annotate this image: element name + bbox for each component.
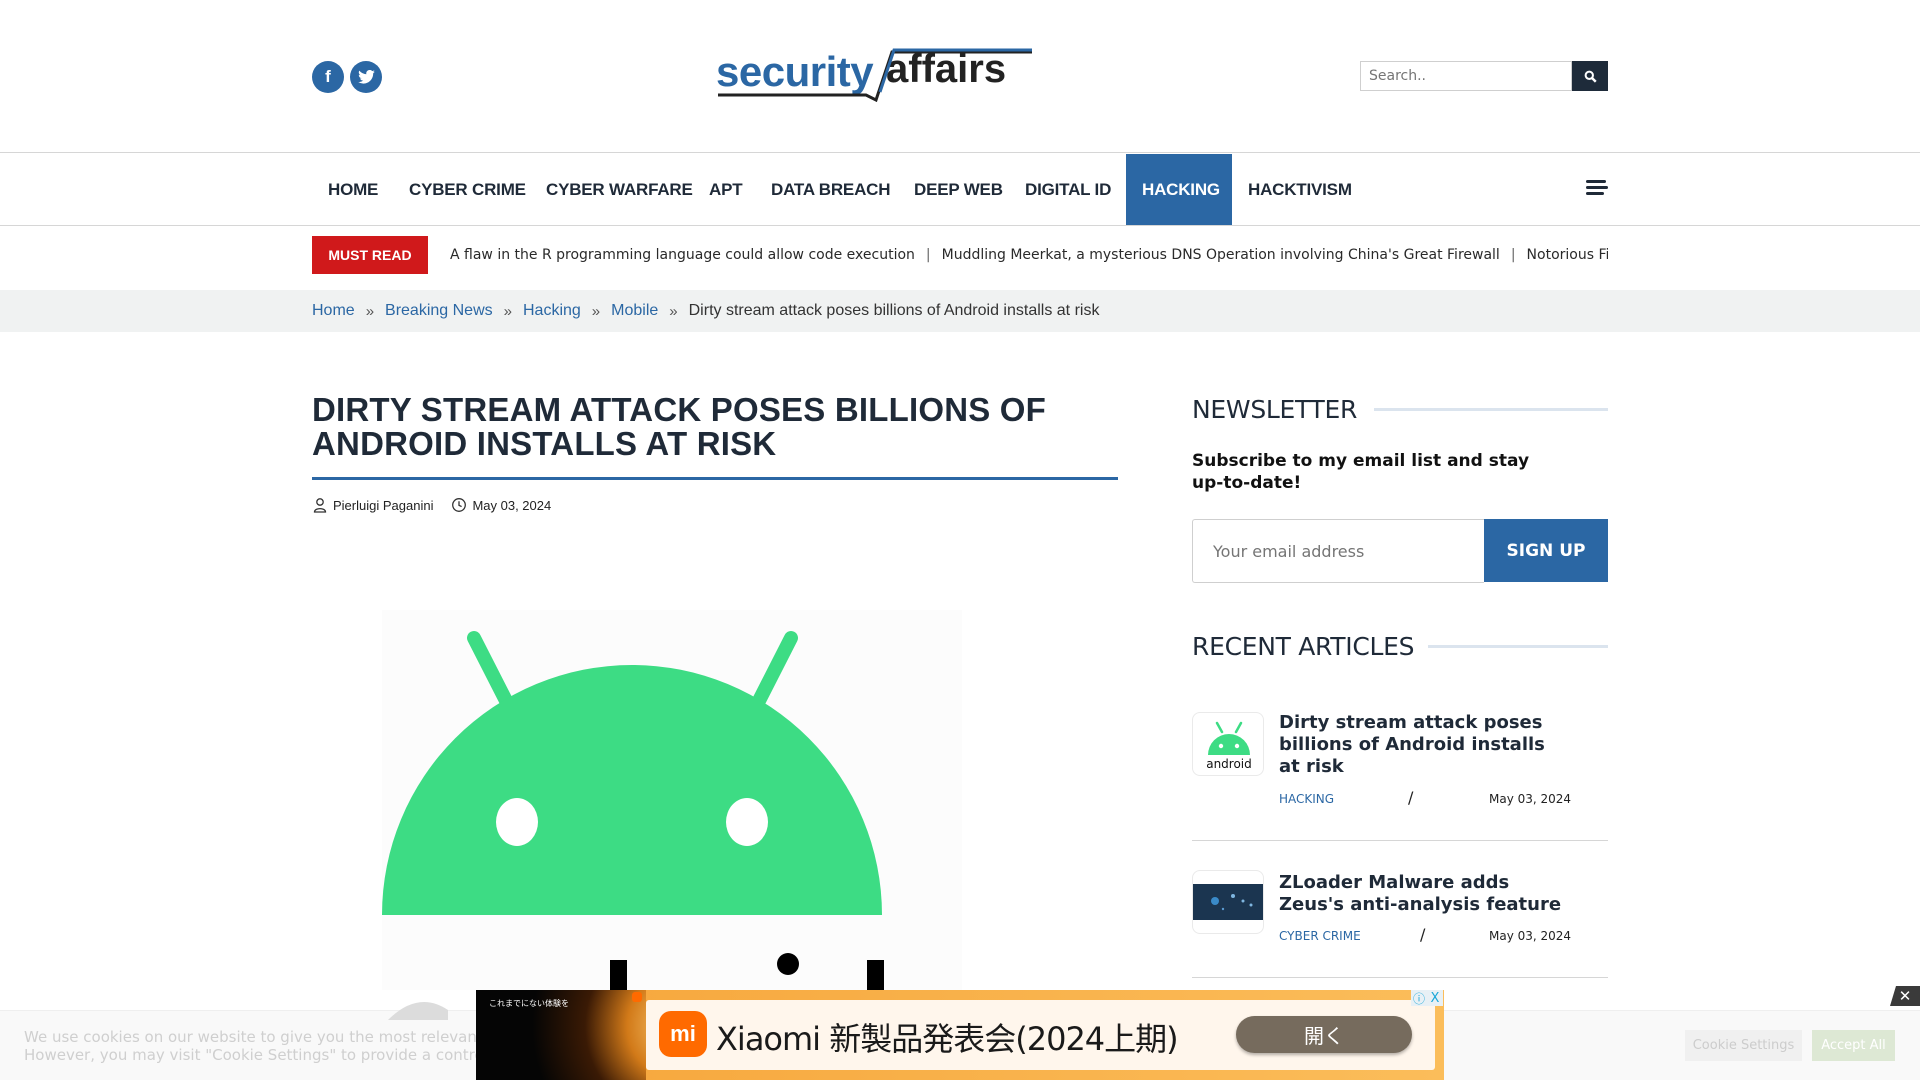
ticker-item[interactable]: Notorious Finnish Hacke [1527,247,1608,263]
breadcrumb: Home » Breaking News » Hacking » Mobile … [312,290,1099,332]
image-peek [388,990,458,1020]
ad-headline[interactable]: Xiaomi 新製品発表会(2024上期) [716,1014,1179,1060]
svg-text:android: android [1206,757,1252,771]
article-featured-image [382,610,962,990]
ticker-item[interactable]: A flaw in the R programming language cou… [450,247,915,263]
article-title: DIRTY STREAM ATTACK POSES BILLIONS OF AN… [312,391,1047,462]
ad-side-text: これまでにない体験を [489,999,569,1008]
article-date: May 03, 2024 [472,497,552,513]
nav-digital-id[interactable]: DIGITAL ID [1009,154,1127,225]
ad-close-icon[interactable]: X [1427,990,1443,1006]
title-divider [312,477,1118,480]
recent-article-category[interactable]: CYBER CRIME [1279,929,1361,943]
nav-deep-web[interactable]: DEEP WEB [898,154,1019,225]
recent-articles-heading: RECENT ARTICLES [1192,632,1415,661]
must-read-label: MUST READ [312,236,428,274]
newsletter-description: Subscribe to my email list and stay up-t… [1192,451,1530,493]
recent-article-title[interactable]: Dirty stream attack poses billions of An… [1279,712,1569,778]
signup-button[interactable]: SIGN UP [1484,519,1608,582]
breadcrumb-breaking-news[interactable]: Breaking News [385,302,493,320]
nav-home[interactable]: HOME [312,154,394,225]
recent-article-thumbnail[interactable] [1192,870,1264,934]
ad-info-icon[interactable]: ⓘ [1411,990,1427,1006]
recent-article-item[interactable]: android Dirty stream attack poses billio… [1192,700,1608,841]
world-map-thumbnail [1193,884,1263,920]
email-field[interactable] [1192,519,1484,583]
close-icon[interactable]: ✕ [1890,986,1920,1006]
breadcrumb-mobile[interactable]: Mobile [611,302,658,320]
breadcrumb-hacking[interactable]: Hacking [523,302,581,320]
search-button[interactable] [1572,61,1608,91]
main-nav: HOME CYBER CRIME CYBER WARFARE APT DATA … [0,154,1920,226]
breadcrumb-separator-icon: » [669,302,678,320]
cookie-settings-button[interactable]: Cookie Settings [1685,1030,1802,1061]
nav-apt[interactable]: APT [693,154,758,225]
recent-heading-line [1428,645,1608,648]
nav-hacktivism[interactable]: HACKTIVISM [1232,154,1368,225]
ticker-separator: | [1510,247,1516,263]
logo-security: security [716,48,874,95]
facebook-icon[interactable]: f [312,61,344,93]
ticker-item[interactable]: Muddling Meerkat, a mysterious DNS Opera… [942,247,1500,263]
meta-separator: / [1420,925,1426,944]
recent-article-thumbnail[interactable]: android [1192,712,1264,776]
accept-all-button[interactable]: Accept All [1812,1030,1895,1061]
user-icon [313,498,327,513]
article-meta: Pierluigi Paganini May 03, 2024 [312,497,551,513]
ad-open-button[interactable]: 開く [1236,1016,1412,1053]
recent-article-category[interactable]: HACKING [1279,792,1334,806]
nav-cyber-crime[interactable]: CYBER CRIME [393,154,542,225]
breadcrumb-home[interactable]: Home [312,302,355,320]
xiaomi-logo-icon: mi [659,1011,707,1057]
newsletter-heading-line [1374,408,1608,411]
recent-article-title[interactable]: ZLoader Malware adds Zeus's anti-analysi… [1279,872,1569,916]
menu-toggle-icon[interactable] [1586,180,1608,196]
android-logo-icon: android [1206,721,1252,771]
meta-separator: / [1408,788,1414,807]
ticker-separator: | [925,247,931,263]
breadcrumb-separator-icon: » [365,302,375,320]
news-ticker: A flaw in the R programming language cou… [450,236,1608,274]
nav-data-breach[interactable]: DATA BREACH [755,154,906,225]
logo-affairs: affairs [886,47,1006,91]
site-logo[interactable]: security affairs [716,46,1032,102]
nav-cyber-warfare[interactable]: CYBER WARFARE [530,154,709,225]
twitter-icon[interactable] [350,61,382,93]
recent-article-date: May 03, 2024 [1489,792,1572,806]
breadcrumb-current: Dirty stream attack poses billions of An… [688,302,1100,319]
search-input[interactable] [1360,61,1572,91]
recent-article-date: May 03, 2024 [1489,929,1572,943]
newsletter-heading: NEWSLETTER [1192,395,1358,424]
recent-article-item[interactable]: ZLoader Malware adds Zeus's anti-analysi… [1192,841,1608,978]
nav-hacking[interactable]: HACKING [1126,154,1232,225]
author-name[interactable]: Pierluigi Paganini [333,498,433,513]
ad-badge-icon [632,992,642,1002]
clock-icon [452,498,467,512]
breadcrumb-separator-icon: » [591,302,601,320]
search-icon [1584,70,1597,83]
breadcrumb-separator-icon: » [503,302,512,320]
site-header: f security affairs [0,0,1920,153]
